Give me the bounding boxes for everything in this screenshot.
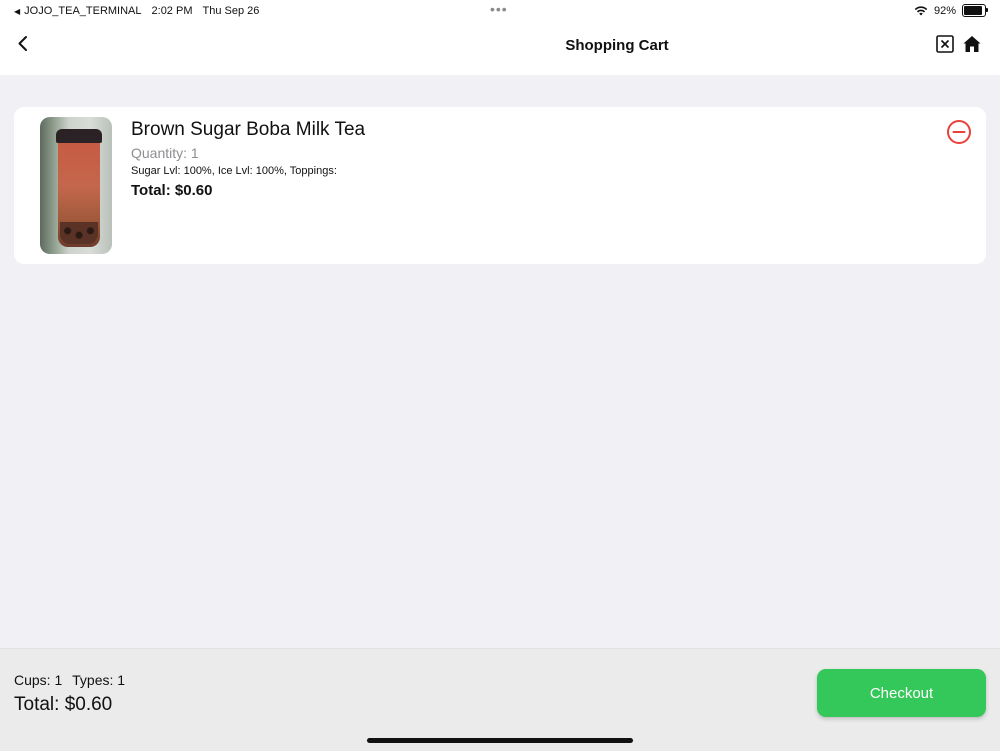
back-to-app-icon[interactable]: ◀ [14,7,20,16]
drink-cup-pearls [60,222,98,244]
cups-count: Cups: 1 [14,672,63,688]
item-options: Sugar Lvl: 100%, Ice Lvl: 100%, Toppings… [131,165,337,177]
multitasking-dots-icon[interactable]: ••• [490,2,508,16]
item-total: Total: $0.60 [131,182,213,199]
home-icon[interactable] [962,34,982,54]
cart-item-card[interactable]: Brown Sugar Boba Milk Tea Quantity: 1 Su… [14,107,986,264]
drink-cup-lid [56,129,102,143]
checkout-button[interactable]: Checkout [817,669,986,717]
status-time: 2:02 PM [151,5,193,17]
battery-percent: 92% [933,4,956,17]
page-title: Shopping Cart [565,37,669,54]
wifi-icon [914,6,928,16]
battery-icon [962,4,988,17]
cart-total: Total: $0.60 [14,694,113,715]
item-thumbnail [40,117,112,254]
battery-level-fill [964,6,983,15]
back-app-label[interactable]: JOJO_TEA_TERMINAL [24,5,141,17]
close-square-icon[interactable] [936,35,954,53]
item-quantity: Quantity: 1 [131,145,199,161]
types-count: Types: 1 [72,672,126,688]
navigation-bar: Shopping Cart [0,22,1000,75]
minus-circle-icon[interactable] [946,119,972,145]
cart-counts: Cups: 1 Types: 1 [14,672,125,688]
cart-summary-bar: Cups: 1 Types: 1 Total: $0.60 Checkout [0,648,1000,751]
status-bar: ◀ JOJO_TEA_TERMINAL 2:02 PM Thu Sep 26 •… [0,0,1000,22]
home-indicator[interactable] [367,738,633,743]
item-name: Brown Sugar Boba Milk Tea [131,119,366,140]
status-date: Thu Sep 26 [202,5,260,17]
